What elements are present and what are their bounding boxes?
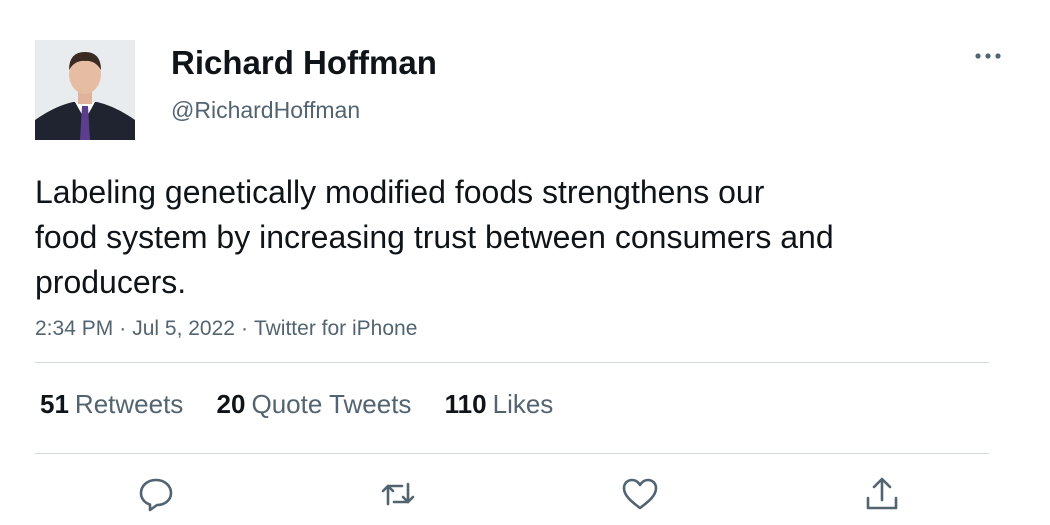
- tweet-time[interactable]: 2:34 PM: [35, 317, 113, 340]
- tweet-text: Labeling genetically modified foods stre…: [35, 170, 955, 305]
- retweet-icon: [381, 482, 415, 506]
- reply-icon: [139, 478, 173, 512]
- meta-separator: ·: [240, 317, 248, 340]
- quote-tweets-stat[interactable]: 20 Quote Tweets: [217, 387, 412, 421]
- tweet-date[interactable]: Jul 5, 2022: [132, 317, 235, 340]
- likes-label: Likes: [492, 389, 554, 419]
- divider-bottom: [35, 453, 989, 454]
- tweet-source[interactable]: Twitter for iPhone: [254, 317, 417, 340]
- retweets-stat[interactable]: 51 Retweets: [40, 387, 183, 421]
- quote-tweets-count: 20: [216, 389, 246, 419]
- quote-tweets-label: Quote Tweets: [251, 389, 412, 419]
- author-handle[interactable]: @RichardHoffman: [171, 95, 360, 125]
- avatar-photo: [35, 40, 135, 140]
- tweet-meta: 2:34 PM · Jul 5, 2022 · Twitter for iPhone: [35, 314, 417, 344]
- share-icon: [866, 477, 898, 510]
- retweet-button[interactable]: [378, 474, 418, 514]
- author-display-name[interactable]: Richard Hoffman: [171, 43, 437, 83]
- meta-separator: ·: [119, 317, 127, 340]
- tweet-stats: 51 Retweets 20 Quote Tweets 110 Likes: [40, 387, 579, 421]
- share-button[interactable]: [862, 474, 902, 514]
- more-dots-icon: [975, 53, 1001, 59]
- heart-icon: [622, 478, 658, 510]
- avatar[interactable]: [35, 40, 135, 140]
- tweet-text-line: food system by increasing trust between …: [35, 219, 834, 255]
- likes-count: 110: [444, 389, 487, 419]
- tweet-text-line: Labeling genetically modified foods stre…: [35, 174, 765, 210]
- retweets-label: Retweets: [74, 389, 184, 419]
- more-options-button[interactable]: [970, 42, 1006, 70]
- retweets-count: 51: [40, 389, 69, 419]
- tweet-text-line: producers.: [35, 264, 187, 300]
- likes-stat[interactable]: 110 Likes: [445, 387, 554, 421]
- like-button[interactable]: [620, 474, 660, 514]
- divider-top: [35, 362, 989, 363]
- reply-button[interactable]: [136, 474, 176, 514]
